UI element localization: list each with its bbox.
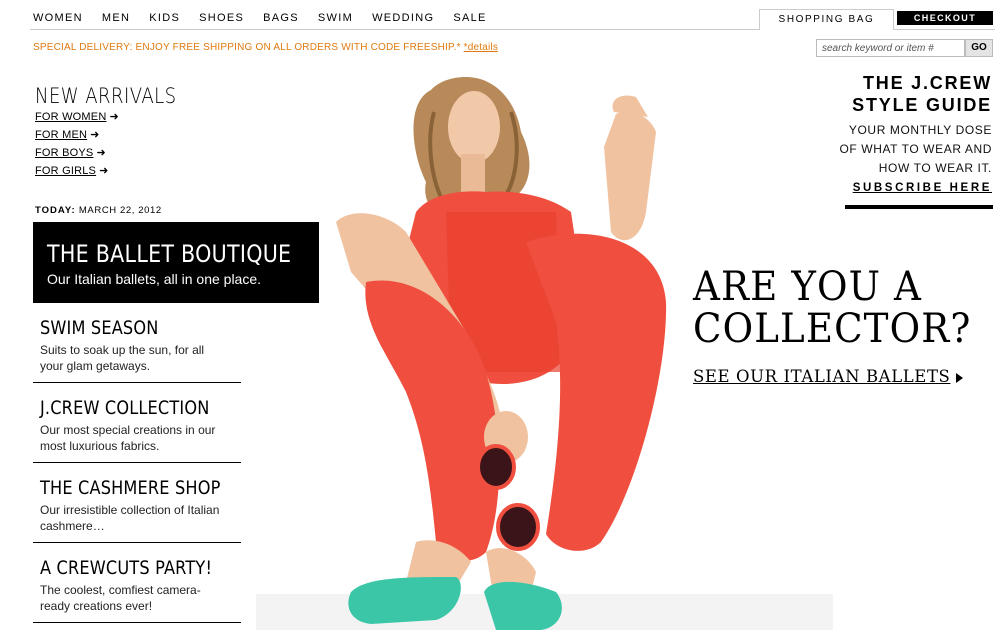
new-arrivals-girls-link[interactable]: FOR GIRLS ➜ [35,164,119,182]
nav-swim[interactable]: SWIM [318,12,353,24]
style-guide-divider [845,205,993,209]
promo-jcrew-collection[interactable]: J.CREW COLLECTION Our most special creat… [33,383,241,463]
style-guide-sub-line: HOW TO WEAR IT. [878,161,992,175]
nav-kids[interactable]: KIDS [149,12,180,24]
style-guide-sub-line: YOUR MONTHLY DOSE [848,123,992,137]
nav-men[interactable]: MEN [102,12,130,24]
new-arrivals-women-link[interactable]: FOR WOMEN ➜ [35,110,119,128]
style-guide-subtitle: YOUR MONTHLY DOSE OF WHAT TO WEAR AND HO… [839,121,992,178]
subscribe-link[interactable]: SUBSCRIBE HERE [853,182,992,194]
cta-label: SEE OUR ITALIAN BALLETS [693,367,951,386]
new-arrivals-heading: NEW ARRIVALS [35,84,177,108]
promo-description: Suits to soak up the sun, for all your g… [40,343,205,373]
style-guide-title-line: STYLE GUIDE [852,95,992,115]
promo-title: J.CREW COLLECTION [40,397,210,419]
main-nav: WOMEN MEN KIDS SHOES BAGS SWIM WEDDING S… [33,12,506,24]
new-arrivals-men-link[interactable]: FOR MEN ➜ [35,128,119,146]
promo-description: Our most special creations in our most l… [40,423,216,453]
arrow-right-icon: ➜ [96,147,106,159]
arrow-right-icon: ➜ [90,129,100,141]
link-label: FOR MEN [35,129,88,141]
search-go-button[interactable]: GO [965,39,993,57]
link-label: FOR BOYS [35,147,94,159]
link-label: FOR WOMEN [35,111,107,123]
promo-title: SWIM SEASON [40,317,159,339]
ballet-boutique-feature[interactable]: THE BALLET BOUTIQUE Our Italian ballets,… [33,222,319,303]
promo-swim-season[interactable]: SWIM SEASON Suits to soak up the sun, fo… [33,303,241,383]
nav-women[interactable]: WOMEN [33,12,83,24]
promo-description: The coolest, comfiest camera-ready creat… [40,583,201,613]
today-label: TODAY: [35,205,76,216]
arrow-right-icon: ➜ [109,111,119,123]
italian-ballets-link[interactable]: SEE OUR ITALIAN BALLETS [693,367,964,386]
date-value: MARCH 22, 2012 [78,205,162,216]
play-triangle-icon [956,372,964,383]
promo-description: Our irresistible collection of Italian c… [40,503,220,533]
arrow-right-icon: ➜ [99,165,109,177]
promo-title: THE CASHMERE SHOP [40,477,221,499]
nav-shoes[interactable]: SHOES [199,12,244,24]
headline-line: ARE YOU A [693,264,922,310]
style-guide-title-line: THE J.CREW [862,73,992,93]
link-label: FOR GIRLS [35,165,97,177]
nav-wedding[interactable]: WEDDING [372,12,434,24]
style-guide-block: THE J.CREW STYLE GUIDE YOUR MONTHLY DOSE… [839,72,992,196]
promo-title: A CREWCUTS PARTY! [40,557,213,579]
search-input[interactable] [816,39,965,57]
new-arrivals-links: FOR WOMEN ➜ FOR MEN ➜ FOR BOYS ➜ FOR GIRLS ➜ [35,110,119,182]
style-guide-title: THE J.CREW STYLE GUIDE [839,72,992,116]
headline-line: COLLECTOR? [693,306,972,352]
feature-subtitle: Our Italian ballets, all in one place. [47,271,262,287]
hero-headline: ARE YOU A COLLECTOR? [693,266,971,350]
nav-bags[interactable]: BAGS [263,12,299,24]
promo-details-link[interactable]: *details [464,42,498,53]
feature-title: THE BALLET BOUTIQUE [47,240,292,268]
new-arrivals-boys-link[interactable]: FOR BOYS ➜ [35,146,119,164]
promo-crewcuts-party[interactable]: A CREWCUTS PARTY! The coolest, comfiest … [33,543,241,623]
nav-sale[interactable]: SALE [453,12,486,24]
shopping-bag-tab[interactable]: SHOPPING BAG [759,9,894,30]
style-guide-sub-line: OF WHAT TO WEAR AND [839,142,992,156]
promo-text: SPECIAL DELIVERY: ENJOY FREE SHIPPING ON… [33,42,461,53]
promo-cashmere-shop[interactable]: THE CASHMERE SHOP Our irresistible colle… [33,463,241,543]
promo-banner: SPECIAL DELIVERY: ENJOY FREE SHIPPING ON… [33,42,498,53]
checkout-button[interactable]: CHECKOUT [897,11,993,25]
today-date: TODAY: MARCH 22, 2012 [35,205,162,216]
